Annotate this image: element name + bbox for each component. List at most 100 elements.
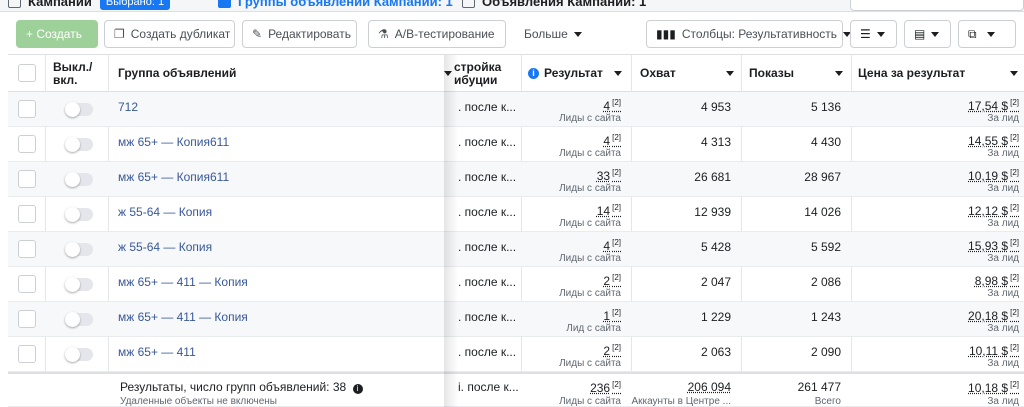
adset-name-link[interactable]: мж 65+ — 411 (118, 345, 196, 359)
cost-type: За лид (987, 183, 1019, 194)
column-header-attribution[interactable]: стройка ибуции (454, 55, 516, 92)
result-value[interactable]: 4 [2] (603, 98, 621, 113)
summary-reach[interactable]: 206 094 (688, 380, 731, 394)
info-icon[interactable]: i (352, 384, 363, 394)
on-off-toggle[interactable] (65, 347, 93, 362)
column-header-onoff[interactable]: Выкл./ вкл. (53, 55, 108, 92)
column-header-result[interactable]: i Результат (528, 55, 628, 92)
row-checkbox[interactable] (18, 170, 36, 188)
on-off-toggle[interactable] (65, 102, 93, 117)
row-checkbox[interactable] (18, 135, 36, 153)
cost-value[interactable]: 8,98 $ [2] (975, 273, 1019, 288)
select-all-checkbox[interactable] (18, 64, 36, 82)
row-checkbox[interactable] (18, 205, 36, 223)
selected-badge[interactable]: Выбрано: 1 (99, 0, 171, 10)
impressions-value: 5 592 (810, 240, 841, 254)
table-row[interactable]: мж 65+ — Копия611. после к... 33 [2] Лиды с… (8, 162, 1024, 197)
result-value[interactable]: 2 [2] (603, 343, 621, 358)
row-checkbox[interactable] (18, 240, 36, 258)
result-type: Лиды с сайта (559, 358, 621, 369)
adset-name-link[interactable]: мж 65+ — Копия611 (118, 135, 229, 149)
column-header-reach[interactable]: Охват (640, 55, 740, 92)
table-row[interactable]: 712. после к... 4 [2] Лиды с сайта 4 953 5 13… (8, 92, 1024, 127)
on-off-toggle[interactable] (65, 137, 93, 152)
impressions-value: 28 967 (804, 170, 841, 184)
summary-cost[interactable]: 10,18 $ [2] (968, 380, 1019, 395)
on-off-toggle[interactable] (65, 172, 93, 187)
row-checkbox[interactable] (18, 345, 36, 363)
cost-value[interactable]: 20,18 $ [2] (968, 308, 1019, 323)
row-checkbox[interactable] (18, 275, 36, 293)
adset-name-link[interactable]: мж 65+ — 411 — Копия (118, 310, 248, 324)
table-row[interactable]: ж 55-64 — Копия. после к... 14 [2] Лиды с с… (8, 197, 1024, 232)
table-row[interactable]: мж 65+ — 411. после к... 2 [2] Лиды с сайта… (8, 337, 1024, 372)
impressions-value: 14 026 (804, 205, 841, 219)
column-header-adset[interactable]: Группа объявлений (118, 55, 458, 92)
cost-value[interactable]: 15,93 $ [2] (968, 238, 1019, 253)
summary-result[interactable]: 236 [2] (590, 380, 621, 395)
table-row[interactable]: мж 65+ — 411 — Копия. после к... 1 [2] Лид … (8, 302, 1024, 337)
cost-value[interactable]: 10,11 $ [2] (969, 343, 1019, 358)
result-value[interactable]: 1 [2] (603, 308, 621, 323)
footnote-marker: [2] (612, 343, 621, 352)
table-row[interactable]: мж 65+ — 411 — Копия . после к... 2 [2] Лиды… (8, 267, 1024, 302)
columns-dropdown[interactable]: ▮▮▮ Столбцы: Результативность (646, 20, 851, 48)
sort-dropdown-icon[interactable] (444, 71, 452, 76)
footnote-marker: [2] (612, 168, 621, 177)
sort-dropdown-icon[interactable] (614, 71, 622, 76)
attribution-setting: . после к... (458, 275, 517, 289)
cost-value[interactable]: 10,19 $ [2] (968, 168, 1019, 183)
search-box[interactable] (850, 0, 1024, 11)
export-dropdown[interactable]: ⧉ (958, 20, 1016, 48)
adset-name-link[interactable]: ж 55-64 — Копия (118, 240, 212, 254)
on-off-toggle[interactable] (65, 277, 93, 292)
cost-value[interactable]: 17,54 $ [2] (968, 98, 1019, 113)
cost-value[interactable]: 14,55 $ [2] (968, 133, 1019, 148)
footnote-marker: [2] (612, 380, 621, 389)
column-header-reach-label: Охват (640, 66, 676, 80)
on-off-toggle[interactable] (65, 207, 93, 222)
edit-button[interactable]: ✎ Редактировать (242, 20, 357, 48)
ab-test-button[interactable]: ⚗ A/B-тестирование (368, 20, 506, 48)
duplicate-button[interactable]: ❐ Создать дубликат (104, 20, 235, 48)
cost-number: 10,19 $ (968, 169, 1009, 183)
adset-name-link[interactable]: ж 55-64 — Копия (118, 205, 212, 219)
breakdown-dropdown[interactable]: ☰ (850, 20, 897, 48)
sort-dropdown-icon[interactable] (726, 71, 734, 76)
create-button[interactable]: + Создать (16, 20, 98, 48)
adset-name-link[interactable]: мж 65+ — Копия611 (118, 170, 229, 184)
reports-dropdown[interactable]: ▤ (904, 20, 951, 48)
attribution-setting: . после к... (458, 170, 517, 184)
adset-name-link[interactable]: 712 (118, 100, 138, 114)
result-value[interactable]: 2 [2] (603, 273, 621, 288)
on-off-toggle[interactable] (65, 242, 93, 257)
result-value[interactable]: 33 [2] (597, 168, 621, 183)
row-checkbox[interactable] (18, 310, 36, 328)
sort-dropdown-icon[interactable] (835, 71, 843, 76)
attribution-setting: . после к... (458, 310, 517, 324)
summary-label: Результаты, число групп объявлений: 38 i (120, 380, 363, 394)
result-type: Лиды с сайта (559, 288, 621, 299)
impressions-value: 5 136 (810, 100, 841, 114)
on-off-toggle[interactable] (65, 312, 93, 327)
cost-value[interactable]: 12,12 $ [2] (968, 203, 1019, 218)
cost-number: 15,93 $ (968, 239, 1009, 253)
tab-campaigns[interactable]: Кампании Выбрано: 1 (8, 0, 203, 12)
info-icon[interactable]: i (528, 68, 539, 79)
result-value[interactable]: 14 [2] (597, 203, 621, 218)
impressions-value: 1 243 (810, 310, 841, 324)
tab-ads[interactable]: Объявления Кампании: 1 (462, 0, 662, 12)
adset-name-link[interactable]: мж 65+ — 411 — Копия (118, 275, 248, 289)
table-row[interactable]: мж 65+ — Копия611. после к... 4 [2] Лиды с … (8, 127, 1024, 162)
column-header-impressions[interactable]: Показы (749, 55, 849, 92)
result-value[interactable]: 4 [2] (603, 238, 621, 253)
column-header-cost-per-result[interactable]: Цена за результат (858, 55, 1024, 92)
reach-value: 2 063 (700, 345, 731, 359)
more-dropdown[interactable]: Больше (514, 20, 600, 48)
row-checkbox[interactable] (18, 100, 36, 118)
tab-adsets[interactable]: Группы объявлений Кампании: 1 (218, 0, 458, 12)
table-row[interactable]: ж 55-64 — Копия. после к... 4 [2] Лиды с са… (8, 232, 1024, 267)
footnote-marker: [2] (1010, 133, 1019, 142)
result-value[interactable]: 4 [2] (603, 133, 621, 148)
sort-dropdown-icon[interactable] (1010, 71, 1018, 76)
